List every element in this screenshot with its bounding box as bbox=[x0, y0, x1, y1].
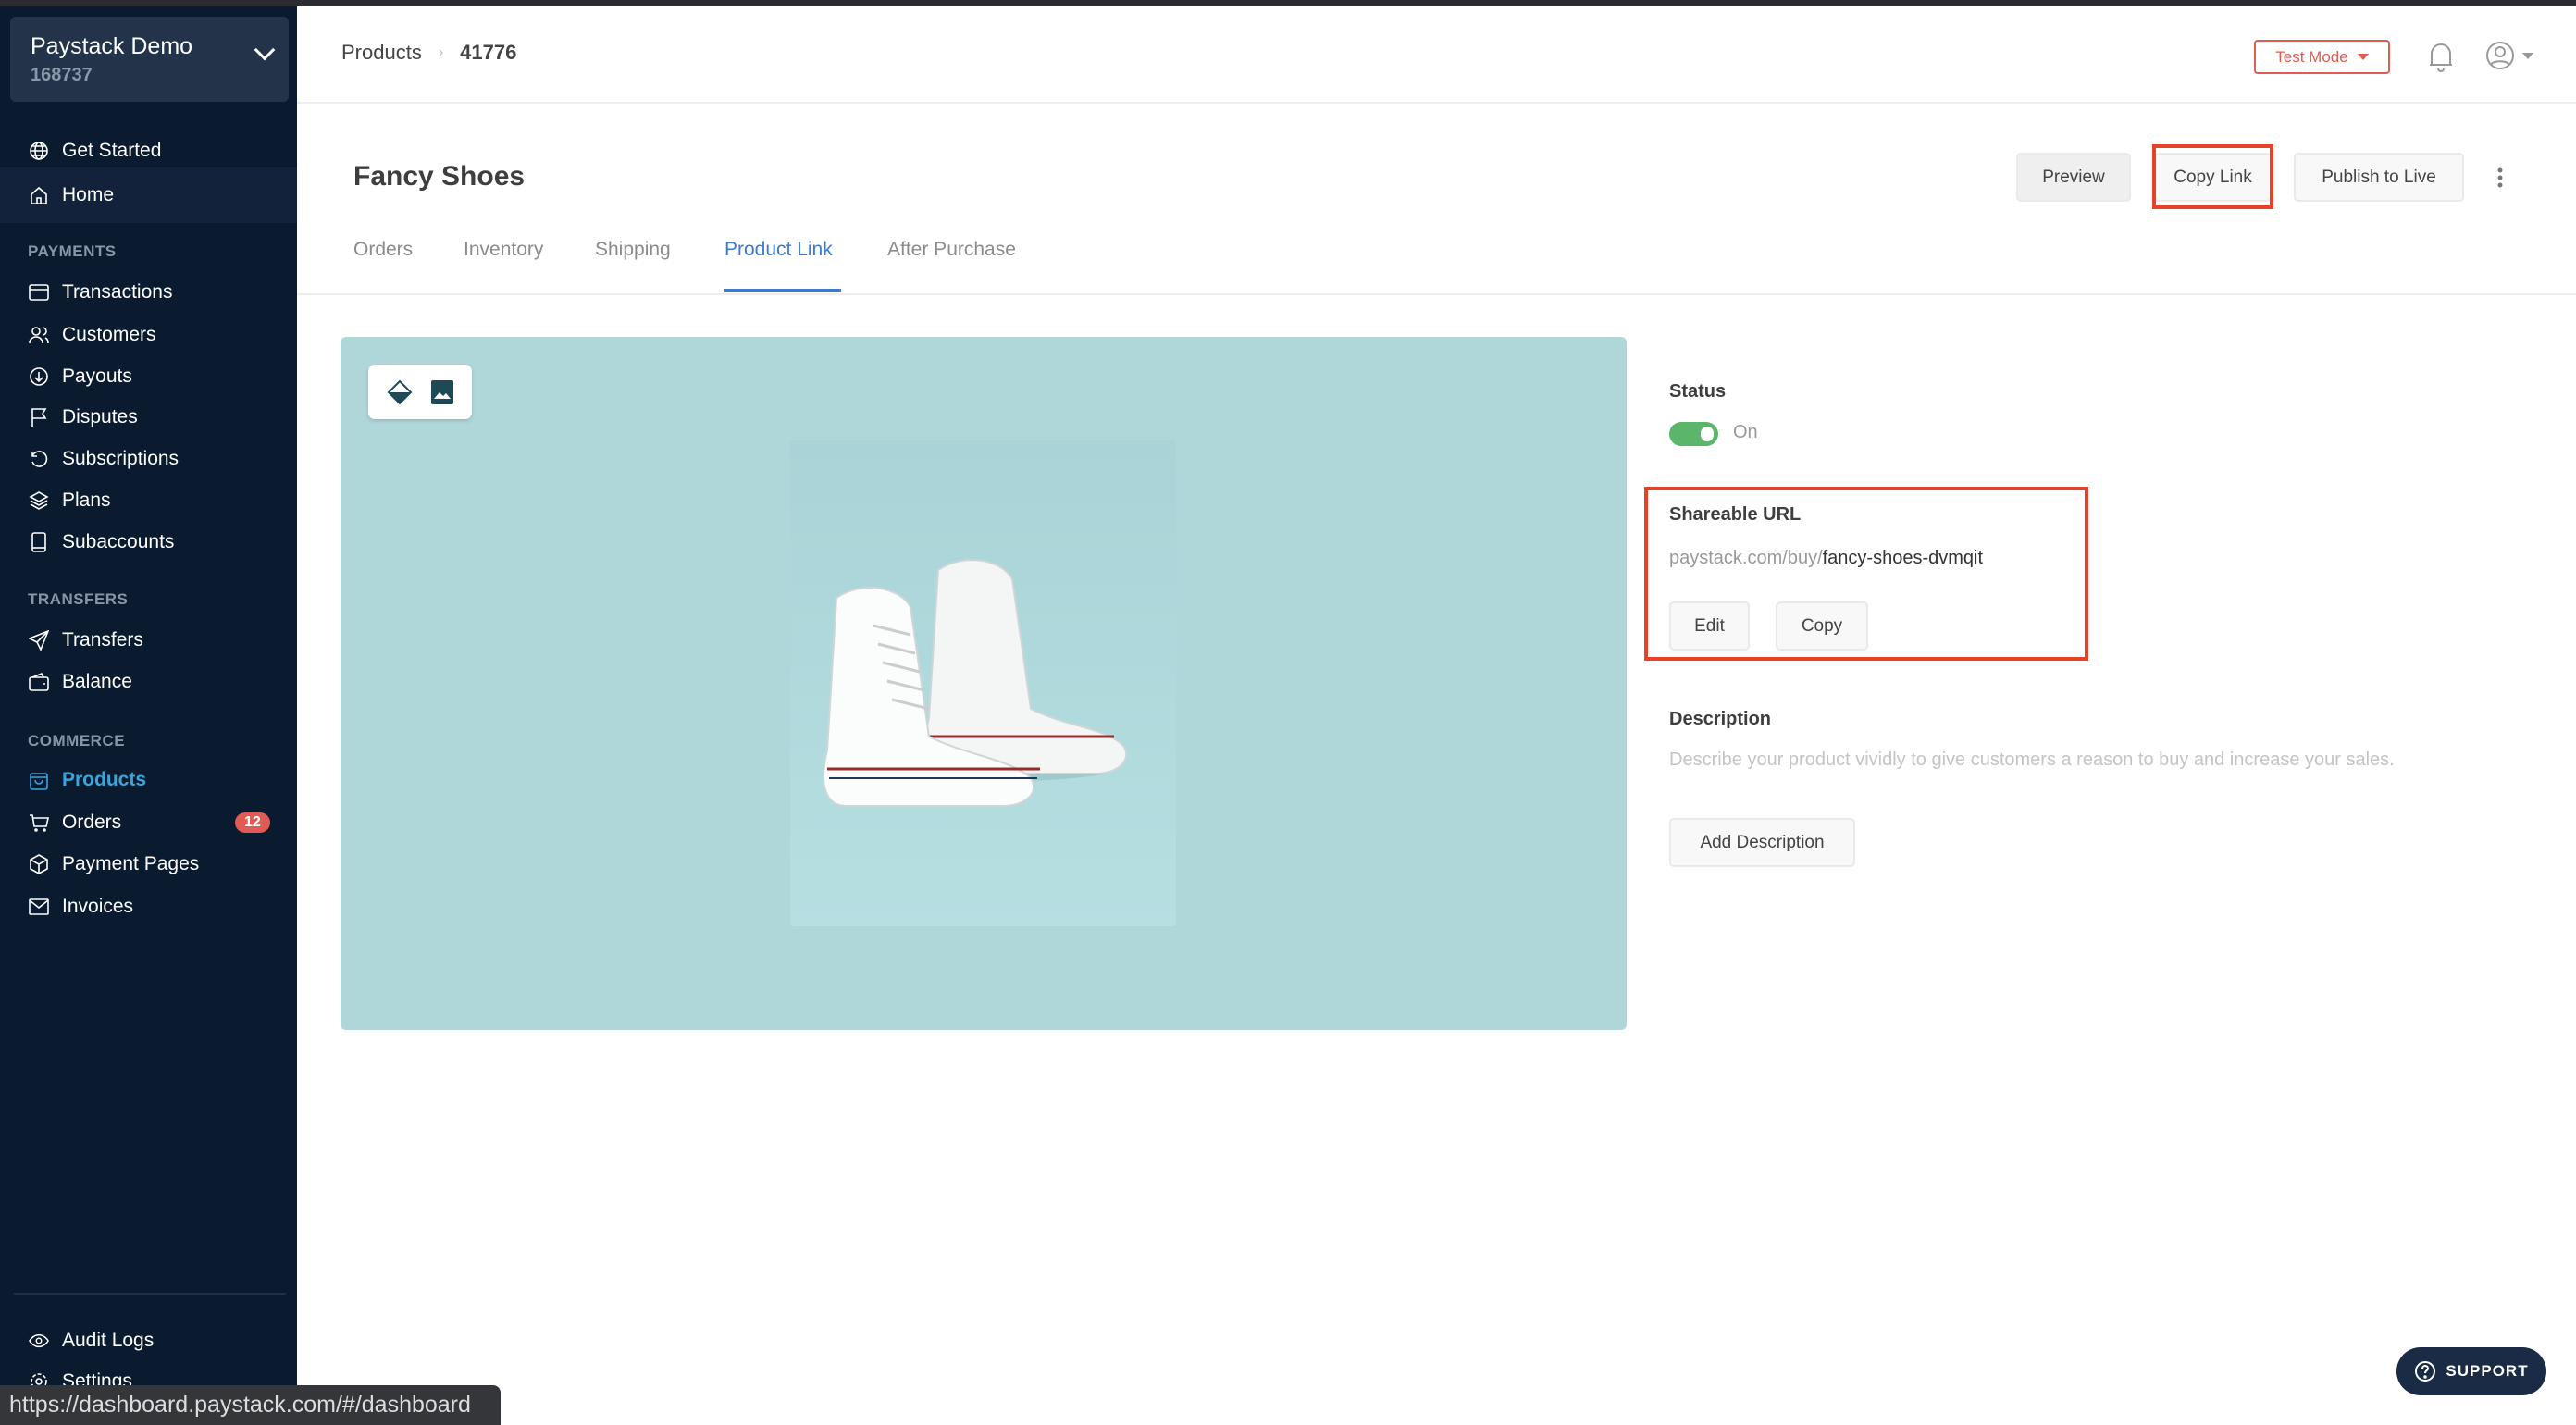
breadcrumb-product-id: 41776 bbox=[460, 41, 517, 64]
tab-inventory[interactable]: Inventory bbox=[464, 239, 543, 261]
document-icon bbox=[29, 532, 49, 552]
flag-icon bbox=[29, 407, 49, 428]
status-value: On bbox=[1733, 422, 1758, 442]
credit-card-icon bbox=[29, 282, 49, 303]
preview-button[interactable]: Preview bbox=[2016, 153, 2131, 202]
globe-icon bbox=[29, 141, 49, 161]
tab-orders[interactable]: Orders bbox=[353, 239, 413, 261]
sidebar-item-transactions[interactable]: Transactions bbox=[0, 272, 297, 313]
description-placeholder: Describe your product vividly to give cu… bbox=[1669, 750, 2395, 770]
support-button[interactable]: SUPPORT bbox=[2396, 1347, 2546, 1395]
more-options-icon[interactable] bbox=[2496, 167, 2504, 193]
layers-icon bbox=[29, 490, 49, 511]
breadcrumb: Products › 41776 bbox=[341, 41, 516, 65]
home-icon bbox=[29, 185, 49, 205]
sidebar-item-plans[interactable]: Plans bbox=[0, 480, 297, 521]
chevron-right-icon: › bbox=[438, 44, 444, 60]
status-toggle[interactable] bbox=[1669, 422, 1718, 446]
sidebar-item-subaccounts[interactable]: Subaccounts bbox=[0, 522, 297, 563]
account-name: Paystack Demo bbox=[31, 33, 193, 59]
sidebar-item-balance[interactable]: Balance bbox=[0, 662, 297, 702]
shareable-url-label: Shareable URL bbox=[1669, 504, 1802, 525]
eye-icon bbox=[29, 1331, 49, 1351]
active-tab-indicator bbox=[724, 289, 841, 292]
sidebar-item-products[interactable]: Products bbox=[0, 760, 297, 800]
product-photo bbox=[790, 440, 1176, 926]
add-description-button[interactable]: Add Description bbox=[1669, 818, 1855, 867]
tab-product-link[interactable]: Product Link bbox=[724, 239, 833, 261]
sidebar-item-transfers[interactable]: Transfers bbox=[0, 620, 297, 661]
users-icon bbox=[29, 325, 49, 345]
account-switcher[interactable]: Paystack Demo 168737 bbox=[10, 17, 289, 102]
help-icon bbox=[2415, 1361, 2436, 1382]
image-toolbar bbox=[368, 365, 472, 419]
sidebar-item-invoices[interactable]: Invoices bbox=[0, 886, 297, 927]
account-id: 168737 bbox=[31, 65, 93, 85]
sidebar-item-disputes[interactable]: Disputes bbox=[0, 397, 297, 438]
sneakers-image bbox=[823, 559, 1128, 807]
status-label: Status bbox=[1669, 381, 1727, 402]
chevron-down-icon bbox=[254, 39, 276, 61]
top-header bbox=[297, 6, 2576, 104]
section-payments: PAYMENTS bbox=[28, 242, 117, 260]
refresh-icon bbox=[29, 449, 49, 469]
arrow-down-circle-icon bbox=[29, 366, 49, 387]
bell-icon[interactable] bbox=[2428, 41, 2454, 77]
shareable-url: paystack.com/buy/fancy-shoes-dvmqit bbox=[1669, 548, 1984, 568]
tabs-divider bbox=[297, 293, 2576, 295]
sidebar-item-subscriptions[interactable]: Subscriptions bbox=[0, 439, 297, 479]
sidebar-item-customers[interactable]: Customers bbox=[0, 315, 297, 355]
tab-after-purchase[interactable]: After Purchase bbox=[887, 239, 1016, 261]
send-icon bbox=[29, 630, 49, 651]
sidebar: Paystack Demo 168737 Get Started Home PA… bbox=[0, 6, 297, 1425]
orders-count-badge: 12 bbox=[235, 812, 270, 833]
tab-shipping[interactable]: Shipping bbox=[595, 239, 671, 261]
sidebar-item-home[interactable]: Home bbox=[0, 167, 297, 223]
mail-icon bbox=[29, 897, 49, 917]
publish-to-live-button[interactable]: Publish to Live bbox=[2294, 153, 2464, 202]
edit-url-button[interactable]: Edit bbox=[1669, 601, 1750, 651]
test-mode-dropdown[interactable]: Test Mode bbox=[2254, 40, 2390, 74]
caret-down-icon bbox=[2522, 52, 2533, 59]
image-icon bbox=[431, 379, 453, 404]
user-menu[interactable] bbox=[2485, 41, 2533, 70]
sidebar-item-orders[interactable]: Orders 12 bbox=[0, 802, 297, 843]
link-hover-status-bar: https://dashboard.paystack.com/#/dashboa… bbox=[0, 1385, 501, 1425]
fill-color-icon bbox=[387, 379, 413, 404]
caret-down-icon bbox=[2357, 54, 2369, 60]
sidebar-item-payment-pages[interactable]: Payment Pages bbox=[0, 844, 297, 885]
sidebar-item-audit-logs[interactable]: Audit Logs bbox=[0, 1320, 297, 1361]
user-avatar-icon bbox=[2486, 42, 2514, 69]
description-label: Description bbox=[1669, 709, 1772, 729]
shopping-bag-icon bbox=[29, 770, 49, 790]
box-icon bbox=[29, 854, 49, 874]
page-title: Fancy Shoes bbox=[353, 161, 526, 192]
sidebar-divider bbox=[14, 1293, 286, 1295]
highlight-box-copy-link bbox=[2152, 144, 2273, 209]
breadcrumb-products[interactable]: Products bbox=[341, 41, 422, 65]
section-transfers: TRANSFERS bbox=[28, 590, 129, 608]
window-top-bar bbox=[0, 0, 2576, 6]
wallet-icon bbox=[29, 672, 49, 692]
copy-url-button[interactable]: Copy bbox=[1776, 601, 1868, 651]
sidebar-item-get-started[interactable]: Get Started bbox=[0, 130, 297, 171]
sidebar-item-payouts[interactable]: Payouts bbox=[0, 356, 297, 397]
section-commerce: COMMERCE bbox=[28, 732, 126, 750]
cart-icon bbox=[29, 812, 49, 833]
